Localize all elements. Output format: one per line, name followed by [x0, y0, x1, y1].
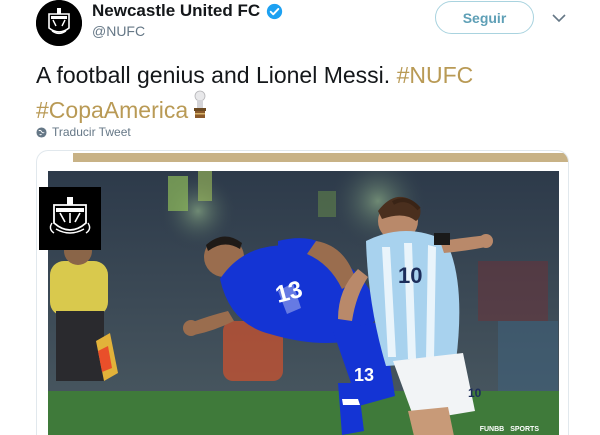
translate-link[interactable]: Traducir Tweet: [36, 125, 131, 139]
nufc-crest-icon: [49, 196, 91, 234]
tweet-body: A football genius and Lionel Messi.: [36, 62, 397, 88]
photo-watermarks: FUNBB SPORTS: [480, 426, 539, 433]
verified-badge-icon: [267, 3, 283, 19]
globe-icon: [36, 126, 47, 138]
display-name[interactable]: Newcastle United FC: [92, 1, 260, 21]
card-accent-bar: [73, 153, 568, 162]
match-photo[interactable]: 13 13 10 10 FUNBB SPORTS: [48, 171, 559, 435]
chevron-down-icon[interactable]: [551, 10, 567, 26]
trophy-icon: [194, 90, 207, 118]
shorts-number-left: 13: [354, 365, 374, 385]
translate-label[interactable]: Traducir Tweet: [52, 125, 131, 139]
avatar[interactable]: [36, 0, 82, 46]
hashtag-nufc[interactable]: #NUFC: [397, 62, 474, 88]
tweet-text: A football genius and Lionel Messi. #NUF…: [36, 60, 556, 125]
photo-illustration: 13 13 10 10: [48, 171, 559, 435]
watermark-sports: SPORTS: [510, 426, 539, 433]
media-card[interactable]: 13 13 10 10 FUNBB SPORTS: [36, 150, 569, 435]
handle[interactable]: @NUFC: [92, 23, 145, 39]
follow-button[interactable]: Seguir: [435, 1, 534, 34]
watermark-funbb: FUNBB: [479, 426, 505, 433]
hashtag-copaamerica[interactable]: #CopaAmerica: [36, 97, 188, 123]
nufc-crest-icon: [36, 0, 82, 46]
nufc-overlay-badge: [39, 187, 101, 250]
jersey-number-right: 10: [398, 263, 422, 288]
shorts-number-right: 10: [468, 386, 482, 400]
